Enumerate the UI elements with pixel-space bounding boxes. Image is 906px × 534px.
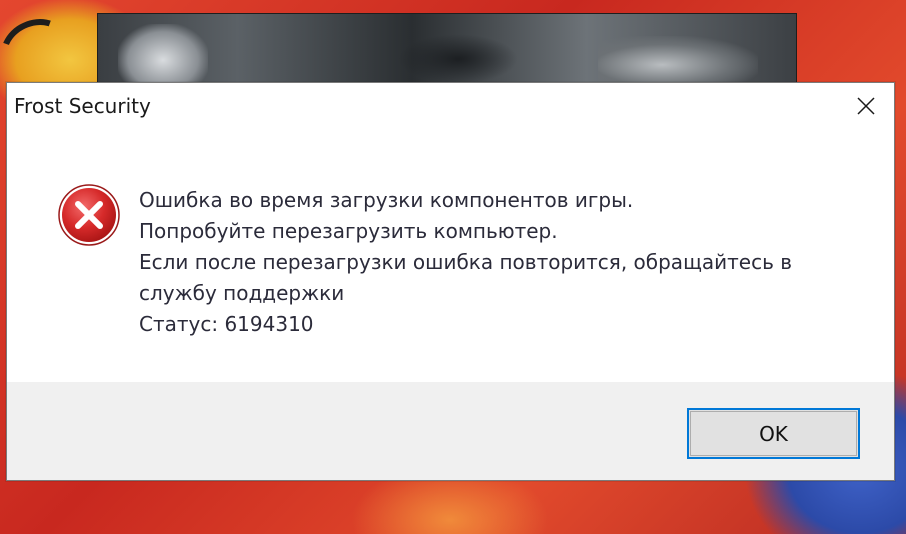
dialog-footer: OK <box>7 382 894 480</box>
status-line: Статус: 6194310 <box>139 312 314 336</box>
ok-button-label: OK <box>759 421 788 446</box>
background-game-window <box>97 13 797 85</box>
background-artwork <box>398 34 518 84</box>
background-artwork <box>598 36 758 84</box>
message-line: службу поддержки <box>139 281 345 305</box>
dialog-content: Ошибка во время загрузки компонентов игр… <box>7 129 894 382</box>
message-line: Ошибка во время загрузки компонентов игр… <box>139 188 634 212</box>
error-icon <box>58 184 120 246</box>
background-artwork <box>118 24 208 84</box>
error-message: Ошибка во время загрузки компонентов игр… <box>139 185 859 340</box>
error-dialog: Frost Security Ошибка во время загрузки … <box>6 82 895 481</box>
message-line: Попробуйте перезагрузить компьютер. <box>139 219 558 243</box>
dialog-titlebar[interactable]: Frost Security <box>7 83 894 129</box>
close-icon <box>857 97 875 115</box>
dialog-title: Frost Security <box>14 94 151 118</box>
ok-button[interactable]: OK <box>687 408 860 459</box>
message-line: Если после перезагрузки ошибка повторитс… <box>139 250 793 274</box>
close-button[interactable] <box>838 83 894 129</box>
